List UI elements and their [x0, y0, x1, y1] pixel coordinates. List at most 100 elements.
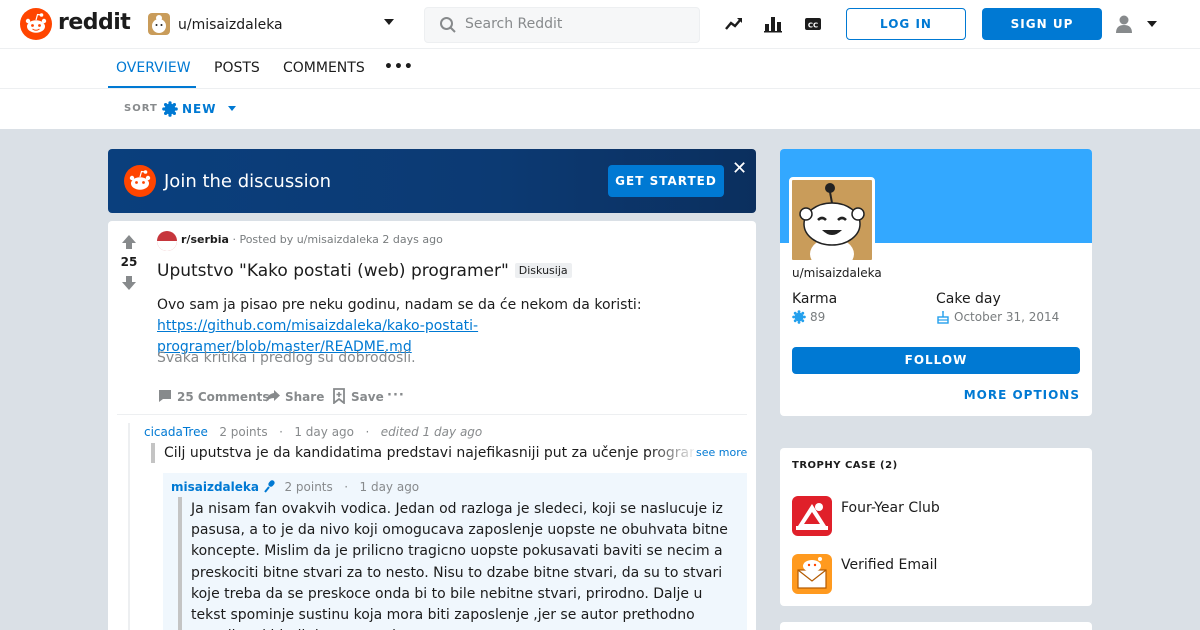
follow-button[interactable]: FOLLOW	[792, 347, 1080, 374]
trophy-case-title: TROPHY CASE (2)	[792, 460, 898, 471]
post-body-text2: Svaka kritika i predlog su dobrodošli.	[157, 350, 416, 366]
posted-by: · Posted by u/misaizdaleka 2 days ago	[232, 233, 443, 246]
comments-button[interactable]: 25 Comments	[157, 388, 270, 404]
profile-username: u/misaizdaleka	[792, 266, 882, 280]
user-avatar	[148, 13, 170, 35]
share-icon	[266, 390, 280, 402]
search-input[interactable]	[465, 16, 685, 32]
cake-day-value: October 31, 2014	[936, 310, 1059, 324]
post-body: Ovo sam ja pisao pre neku godinu, nadam …	[157, 295, 727, 358]
sort-label: SORT	[124, 103, 158, 114]
comments-count: 25 Comments	[177, 390, 270, 404]
log-in-button[interactable]: LOG IN	[846, 8, 966, 40]
cake-day-label: Cake day	[936, 291, 1001, 307]
comment-meta: cicadaTree 2 points · 1 day ago · edited…	[144, 425, 482, 439]
trophy-name: Four-Year Club	[841, 500, 940, 516]
tab-overview[interactable]: OVERVIEW	[116, 60, 191, 76]
comment-time[interactable]: 1 day ago	[294, 425, 354, 439]
sign-up-button[interactable]: SIGN UP	[982, 8, 1102, 40]
karma-value: 89	[792, 310, 825, 324]
user-icon[interactable]	[1114, 14, 1134, 34]
bookmark-icon	[333, 388, 345, 405]
downvote-icon[interactable]	[120, 274, 138, 292]
post-flair: Diskusija	[514, 263, 572, 278]
comment-sep: ·	[365, 425, 370, 439]
comment-points: 2 points	[284, 480, 333, 494]
reddit-logo-icon[interactable]	[20, 8, 52, 40]
four-year-club-icon	[792, 496, 832, 536]
tabs-more-icon[interactable]: •••	[384, 59, 414, 75]
cake-day-date: October 31, 2014	[954, 310, 1060, 324]
tab-comments[interactable]: COMMENTS	[283, 60, 365, 76]
post-title-text[interactable]: Uputstvo "Kako postati (web) programer"	[157, 261, 509, 281]
post-score: 25	[120, 255, 138, 269]
save-label: Save	[351, 390, 384, 404]
post-divider	[117, 414, 747, 415]
share-button[interactable]: Share	[265, 388, 324, 404]
comment-body: Ja nisam fan ovakvih vodica. Jedan od ra…	[191, 501, 728, 630]
karma-label: Karma	[792, 291, 838, 307]
top-header: reddit u/misaizdaleka CC LO	[0, 0, 1200, 49]
comment-sep: ·	[279, 425, 283, 439]
thread-line[interactable]	[128, 423, 130, 630]
reddit-snoo-icon	[124, 165, 156, 197]
comment-author[interactable]: misaizdaleka	[171, 480, 259, 494]
stats-icon[interactable]	[763, 14, 783, 34]
profile-tabs: OVERVIEW POSTS COMMENTS •••	[0, 49, 1200, 89]
comment-sep: ·	[344, 480, 349, 494]
karma-number: 89	[810, 310, 826, 324]
search-bar[interactable]	[424, 7, 700, 43]
post-title[interactable]: Uputstvo "Kako postati (web) programer" D…	[157, 261, 572, 281]
profile-card: u/misaizdaleka Karma 89 Cake day October…	[780, 149, 1092, 416]
comment-edited: edited 1 day ago	[380, 425, 483, 439]
quote-bar	[151, 443, 155, 463]
comment-time[interactable]: 1 day ago	[360, 480, 420, 494]
see-more-link[interactable]: see more	[696, 446, 747, 459]
cake-icon	[937, 311, 949, 324]
get-started-button[interactable]: GET STARTED	[608, 165, 724, 197]
post-card[interactable]: 25 r/serbia · Posted by u/misaizdaleka 2…	[108, 221, 756, 630]
chevron-down-icon[interactable]	[1147, 21, 1157, 27]
profile-avatar	[789, 177, 875, 263]
sort-dropdown[interactable]: NEW	[182, 102, 216, 116]
text-fade	[648, 443, 698, 465]
comment-meta: misaizdaleka 2 points · 1 day ago	[171, 479, 419, 494]
more-options-icon[interactable]: ···	[387, 388, 405, 403]
trophy-name: Verified Email	[841, 557, 938, 573]
sort-bar: SORT NEW	[0, 89, 1200, 129]
post-body-text: Ovo sam ja pisao pre neku godinu, nadam …	[157, 297, 642, 313]
banner-text: Join the discussion	[164, 171, 332, 192]
closed-caption-icon[interactable]: CC	[803, 14, 823, 34]
sidebar-card	[780, 622, 1092, 630]
trending-icon[interactable]	[724, 14, 744, 34]
tab-posts[interactable]: POSTS	[214, 60, 260, 76]
trophy-case-card: TROPHY CASE (2) Four-Year Club Verified …	[780, 448, 1092, 606]
verified-email-icon	[792, 554, 832, 594]
save-button[interactable]: Save	[331, 388, 384, 405]
svg-text:CC: CC	[808, 22, 818, 30]
comment-author[interactable]: cicadaTree	[144, 425, 208, 439]
karma-icon	[792, 310, 806, 324]
comment-icon	[159, 390, 171, 402]
upvote-icon[interactable]	[120, 233, 138, 251]
new-sparkle-icon	[162, 101, 178, 117]
microphone-icon	[264, 480, 275, 493]
user-dropdown[interactable]: u/misaizdaleka	[146, 12, 398, 38]
chevron-down-icon	[384, 19, 394, 25]
quote-bar	[178, 497, 182, 630]
chevron-down-icon[interactable]	[228, 106, 236, 111]
post-meta: r/serbia · Posted by u/misaizdaleka 2 da…	[181, 233, 443, 246]
more-options-button[interactable]: MORE OPTIONS	[964, 388, 1080, 402]
comment-highlighted: misaizdaleka 2 points · 1 day ago Ja nis…	[163, 473, 747, 630]
subreddit-link[interactable]: r/serbia	[181, 233, 229, 246]
join-discussion-banner: Join the discussion GET STARTED ✕	[108, 149, 756, 213]
reddit-wordmark[interactable]: reddit	[58, 10, 131, 35]
active-tab-indicator	[108, 86, 196, 88]
comment-body: Cilj uputstva je da kandidatima predstav…	[164, 445, 694, 461]
subreddit-avatar[interactable]	[157, 231, 177, 251]
close-icon[interactable]: ✕	[732, 158, 747, 179]
comment-points: 2 points	[219, 425, 268, 439]
user-dropdown-label: u/misaizdaleka	[178, 17, 283, 33]
search-icon	[440, 17, 456, 33]
share-label: Share	[285, 390, 325, 404]
